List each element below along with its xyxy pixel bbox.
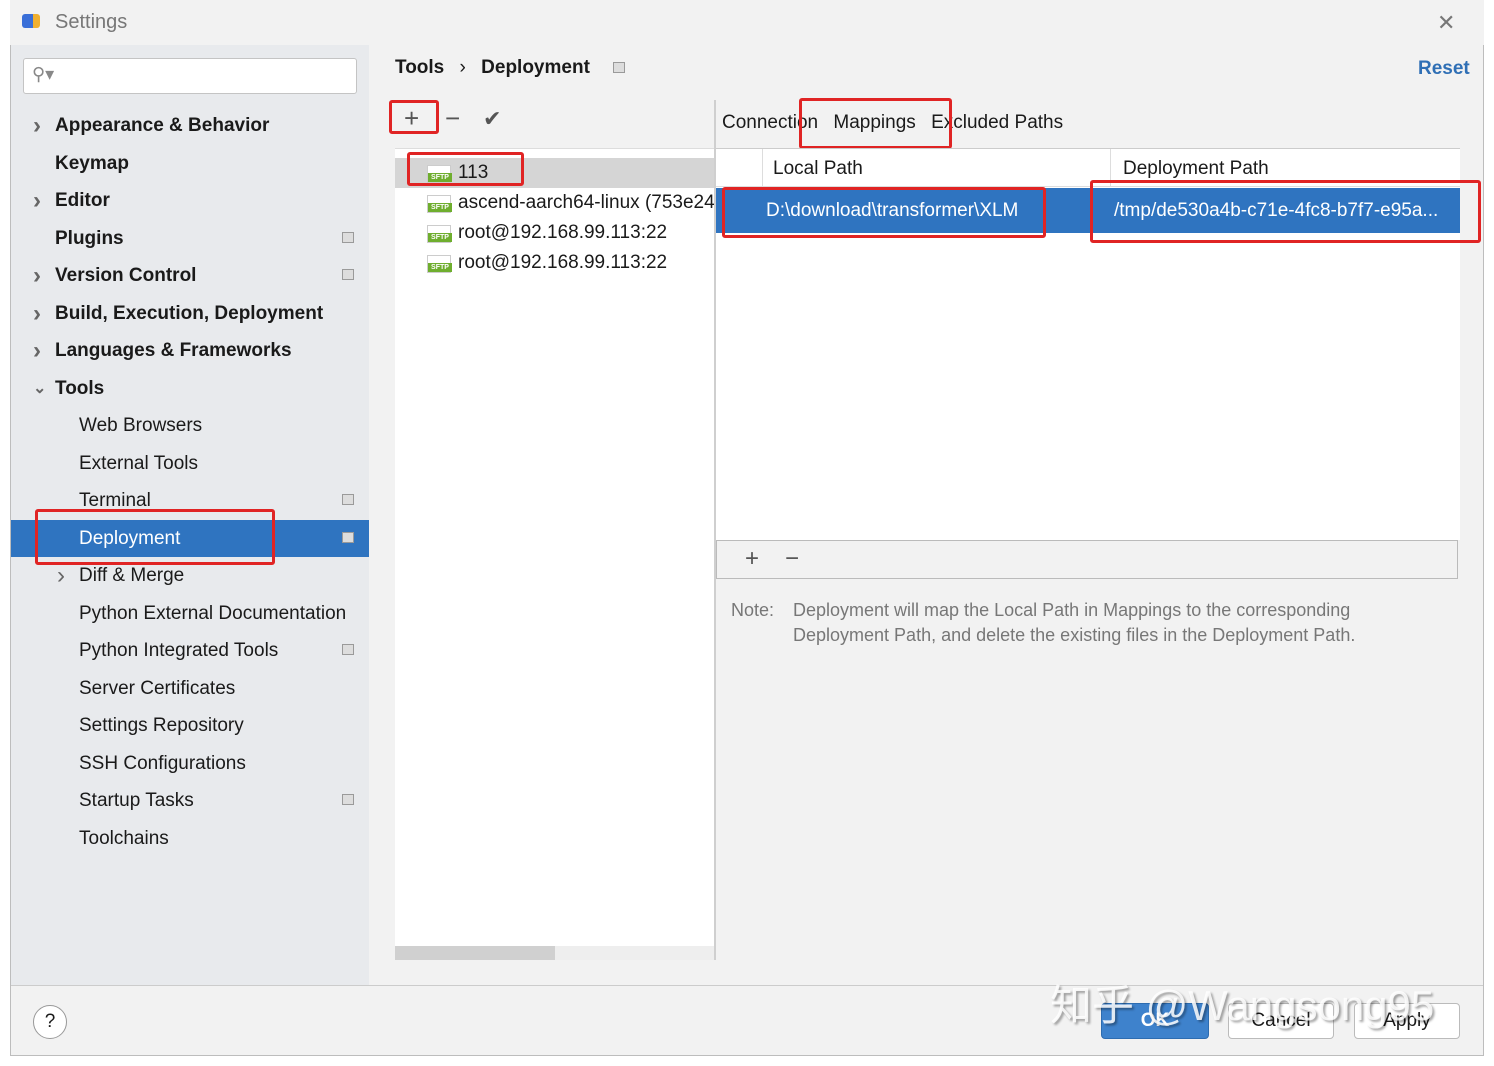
mappings-toolbar: + − <box>716 540 1458 579</box>
sidebar-item-python-integrated-tools[interactable]: Python Integrated Tools <box>11 632 369 669</box>
window-title: Settings <box>55 11 128 33</box>
sidebar-item-server-certificates[interactable]: Server Certificates <box>11 670 369 707</box>
chevron-right-icon[interactable]: › <box>33 332 41 369</box>
sidebar-item-label: Appearance & Behavior <box>55 115 270 136</box>
search-icon: ⚲▾ <box>32 64 55 84</box>
chevron-right-icon[interactable]: › <box>33 182 41 219</box>
sidebar-item-startup-tasks[interactable]: Startup Tasks <box>11 782 369 819</box>
sidebar-item-label: Version Control <box>55 265 197 286</box>
remove-mapping-button[interactable]: − <box>785 545 799 573</box>
annotation-mappings <box>799 98 952 149</box>
pin-icon <box>342 231 354 243</box>
pin-icon <box>342 531 354 543</box>
note-text-line1: Deployment will map the Local Path in Ma… <box>793 600 1351 620</box>
sidebar-item-label: Python Integrated Tools <box>79 640 279 661</box>
sidebar-item-version-control[interactable]: › Version Control <box>11 257 369 294</box>
chevron-right-icon[interactable]: › <box>33 295 41 332</box>
sidebar-item-web-browsers[interactable]: Web Browsers <box>11 407 369 444</box>
pin-icon <box>342 494 354 505</box>
chevron-down-icon[interactable]: ⌄ <box>33 370 46 407</box>
sidebar-item-keymap[interactable]: Keymap <box>11 145 369 182</box>
remove-server-button[interactable]: − <box>445 103 460 134</box>
pin-icon <box>342 644 354 655</box>
sidebar-item-label: Editor <box>55 190 110 211</box>
note-text-line2: Deployment Path, and delete the existing… <box>793 625 1356 645</box>
server-item[interactable]: SFTP root@192.168.99.113:22 <box>395 248 714 278</box>
column-header-local-path[interactable]: Local Path <box>762 149 1112 187</box>
annotation-server <box>407 152 524 186</box>
sftp-icon: SFTP <box>427 225 452 243</box>
server-name: root@192.168.99.113:22 <box>458 222 668 243</box>
sftp-icon: SFTP <box>427 195 452 213</box>
server-item[interactable]: SFTP ascend-aarch64-linux (753e24 <box>395 188 714 218</box>
sftp-icon-label: SFTP <box>428 233 452 242</box>
close-icon[interactable]: ✕ <box>1437 10 1455 36</box>
sidebar-item-label: Web Browsers <box>79 415 203 436</box>
sidebar-item-python-external-documentation[interactable]: Python External Documentation <box>11 595 369 632</box>
sidebar-item-label: Keymap <box>55 152 129 174</box>
breadcrumb-separator: › <box>459 57 466 78</box>
annotation-deployment-path <box>1090 180 1481 243</box>
sidebar-item-label: External Tools <box>79 452 198 474</box>
sftp-icon-label: SFTP <box>428 203 452 212</box>
sidebar-item-editor[interactable]: › Editor <box>11 182 369 219</box>
sidebar-item-tools[interactable]: ⌄ Tools <box>11 370 369 407</box>
sidebar-item-label: Settings Repository <box>79 715 244 736</box>
sidebar-item-ssh-configurations[interactable]: SSH Configurations <box>11 745 369 782</box>
sidebar-item-label: Server Certificates <box>79 677 236 699</box>
sidebar-item-toolchains[interactable]: Toolchains <box>11 820 369 857</box>
breadcrumb-parent[interactable]: Tools <box>395 57 444 78</box>
sidebar-item-label: Startup Tasks <box>79 790 194 811</box>
sidebar-item-label: Plugins <box>55 227 124 249</box>
annotation-local-path <box>722 187 1046 238</box>
server-name: ascend-aarch64-linux (753e24 <box>458 192 714 213</box>
set-default-button[interactable]: ✔ <box>483 106 501 132</box>
pin-icon <box>342 269 354 280</box>
server-list: SFTP 113 SFTP ascend-aarch64-linux (753e24 S… <box>395 148 714 960</box>
reset-link[interactable]: Reset <box>1418 58 1470 80</box>
app-logo-icon <box>22 14 40 28</box>
annotation-deployment <box>35 509 275 565</box>
title-bar: Settings ✕ <box>10 0 1484 45</box>
sidebar-item-label: Languages & Frameworks <box>55 340 292 361</box>
pin-icon <box>613 62 626 73</box>
watermark: 知乎 @Wangsong95 <box>1050 982 1435 1029</box>
sidebar-item-appearance-behavior[interactable]: › Appearance & Behavior <box>11 107 369 144</box>
sidebar-item-label: Toolchains <box>79 827 169 849</box>
search-input[interactable]: ⚲▾ <box>23 58 357 94</box>
sftp-icon-label: SFTP <box>428 263 452 272</box>
breadcrumb: Tools › Deployment <box>395 57 626 79</box>
sidebar-item-label: Build, Execution, Deployment <box>55 302 324 324</box>
sidebar-item-external-tools[interactable]: External Tools <box>11 445 369 482</box>
sidebar-item-label: Python External Documentation <box>79 602 347 624</box>
annotation-add <box>389 100 439 134</box>
sidebar-item-settings-repository[interactable]: Settings Repository <box>11 707 369 744</box>
horizontal-scrollbar[interactable] <box>395 946 714 960</box>
sftp-icon: SFTP <box>427 255 452 273</box>
sidebar-item-build-execution-deployment[interactable]: › Build, Execution, Deployment <box>11 295 369 332</box>
chevron-right-icon[interactable]: › <box>33 257 41 294</box>
server-name: root@192.168.99.113:22 <box>458 252 668 273</box>
help-button[interactable]: ? <box>33 1005 67 1039</box>
server-item[interactable]: SFTP root@192.168.99.113:22 <box>395 218 714 248</box>
pin-icon <box>342 794 354 805</box>
sidebar-item-languages-frameworks[interactable]: › Languages & Frameworks <box>11 332 369 369</box>
breadcrumb-current: Deployment <box>481 57 590 78</box>
sidebar-item-label: Tools <box>55 377 105 399</box>
sidebar-item-label: SSH Configurations <box>79 752 246 774</box>
add-mapping-button[interactable]: + <box>745 545 759 573</box>
chevron-right-icon[interactable]: › <box>33 107 41 144</box>
sidebar-item-plugins[interactable]: Plugins <box>11 220 369 257</box>
note-label: Note: <box>731 600 775 620</box>
